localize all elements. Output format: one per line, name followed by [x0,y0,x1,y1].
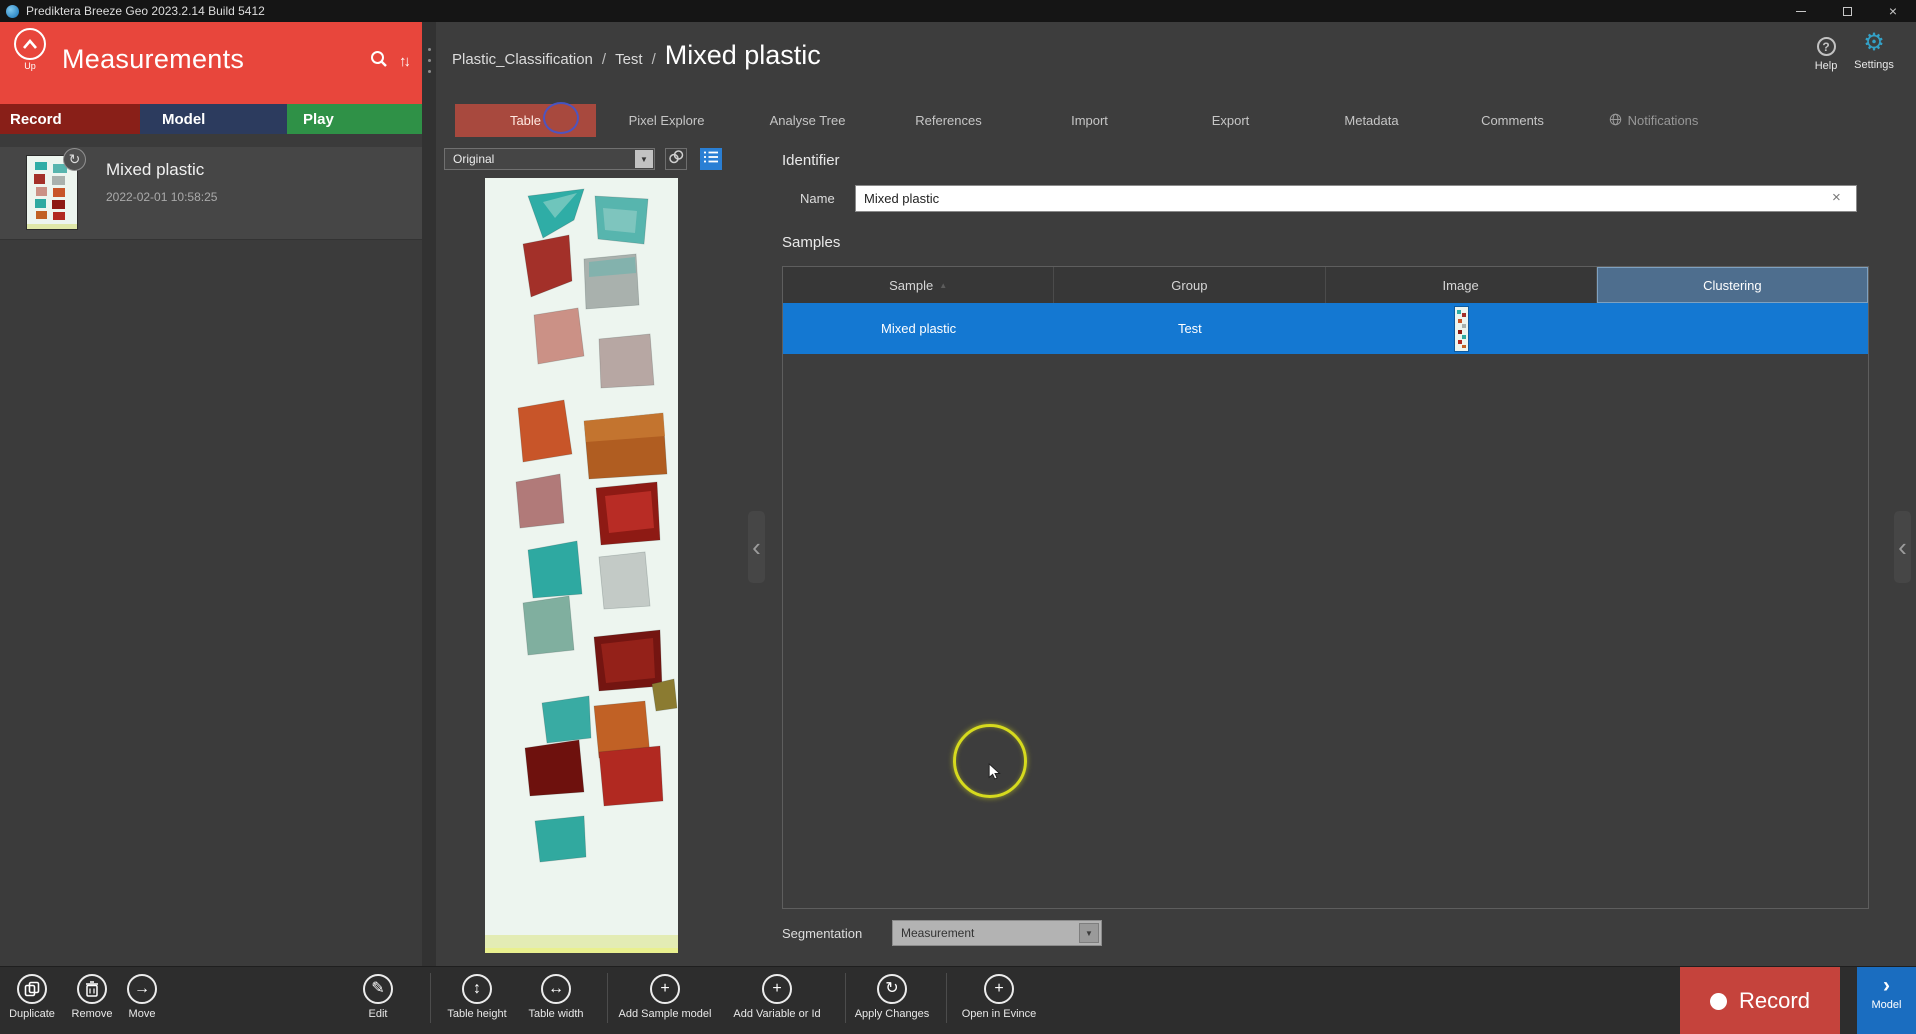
tab-pixel-explore[interactable]: Pixel Explore [596,104,737,137]
table-row[interactable]: Mixed plastic Test [783,303,1868,354]
sidebar-tab-play[interactable]: Play [287,104,422,134]
globe-icon [1609,113,1622,129]
clear-name-icon[interactable]: × [1832,189,1841,206]
add-variable-or-id-button[interactable]: + Add Variable or Id [722,974,832,1020]
model-button[interactable]: › Model [1857,967,1916,1034]
sidebar-title: Measurements [62,44,244,75]
column-header-clustering[interactable]: Clustering [1597,267,1868,303]
column-header-group[interactable]: Group [1054,267,1325,303]
link-icon [668,149,684,170]
maximize-button[interactable] [1824,0,1870,22]
samples-table-header: Sample ▲ Group Image Clustering [783,267,1868,303]
scan-image [485,178,678,953]
collapse-right-panel-handle[interactable]: ‹ [1894,511,1911,583]
plus-icon: + [762,974,792,1004]
tab-export[interactable]: Export [1160,104,1301,137]
scan-image-panel[interactable] [485,178,678,953]
add-sample-model-button[interactable]: + Add Sample model [610,974,720,1020]
row-thumbnail [1455,307,1468,351]
tab-table[interactable]: Table [455,104,596,137]
app-window: Prediktera Breeze Geo 2023.2.14 Build 54… [0,0,1916,1034]
plus-icon: + [984,974,1014,1004]
samples-table: Sample ▲ Group Image Clustering Mixed pl… [782,266,1869,909]
chevron-down-icon[interactable]: ▼ [635,150,653,168]
titlebar: Prediktera Breeze Geo 2023.2.14 Build 54… [0,0,1916,22]
breadcrumb: Plastic_Classification / Test / Mixed pl… [452,40,821,71]
settings-button[interactable]: ⚙ Settings [1848,31,1900,71]
cell-image [1326,303,1597,354]
edit-button[interactable]: ✎ Edit [323,974,433,1020]
cell-clustering [1597,303,1868,354]
chevron-down-icon[interactable]: ▼ [1079,923,1099,943]
chevron-up-icon [14,28,46,60]
arrows-horizontal-icon: ↔ [541,974,571,1004]
refresh-icon: ↻ [877,974,907,1004]
sidebar-splitter-handle[interactable] [422,22,436,966]
window-controls: × [1778,0,1916,22]
sidebar-header: Up Measurements ↑↓ [0,22,422,104]
collapse-left-panel-handle[interactable]: ‹ [748,511,765,583]
list-icon [703,150,719,169]
sidebar-tab-record[interactable]: Record [0,104,140,134]
tab-analyse-tree[interactable]: Analyse Tree [737,104,878,137]
app-title: Prediktera Breeze Geo 2023.2.14 Build 54… [26,4,265,18]
tab-comments[interactable]: Comments [1442,104,1583,137]
pencil-icon: ✎ [363,974,393,1004]
column-header-sample[interactable]: Sample ▲ [783,267,1054,303]
arrow-right-icon: → [127,974,157,1004]
content-tabbar: Table Pixel Explore Analyse Tree Referen… [455,104,1724,137]
plus-icon: + [650,974,680,1004]
measurement-title: Mixed plastic [106,160,204,180]
main-area: Plastic_Classification / Test / Mixed pl… [436,22,1916,966]
table-width-button[interactable]: ↔ Table width [501,974,611,1020]
name-label: Name [800,191,835,206]
view-selector-dropdown[interactable]: Original ▼ [444,148,655,170]
open-in-evince-button[interactable]: + Open in Evince [944,974,1054,1020]
bottom-toolbar: Duplicate Remove → Move ✎ Edit ↕ Table h… [0,966,1916,1034]
record-dot-icon [1710,993,1727,1010]
tab-metadata[interactable]: Metadata [1301,104,1442,137]
measurement-timestamp: 2022-02-01 10:58:25 [106,190,217,204]
identifier-heading: Identifier [782,152,840,169]
app-logo-icon [6,5,19,18]
breadcrumb-project[interactable]: Plastic_Classification [452,51,593,68]
up-button[interactable]: Up [8,28,52,71]
cell-group: Test [1054,303,1325,354]
sort-icon[interactable]: ↑↓ [399,53,408,70]
column-header-image[interactable]: Image [1326,267,1597,303]
sync-icon: ↻ [63,148,86,171]
tab-references[interactable]: References [878,104,1019,137]
measurement-list-item[interactable]: ↻ Mixed plastic 2022-02-01 10:58:25 [0,147,422,240]
gear-icon: ⚙ [1848,31,1900,55]
apply-changes-button[interactable]: ↻ Apply Changes [837,974,947,1020]
sidebar: Up Measurements ↑↓ Record Model Play [0,22,422,966]
name-input[interactable] [855,185,1857,212]
measurement-thumbnail: ↻ [27,156,77,229]
help-button[interactable]: ? Help [1806,37,1846,72]
arrows-vertical-icon: ↕ [462,974,492,1004]
segmentation-dropdown[interactable]: Measurement ▼ [892,920,1102,946]
list-view-toggle-button[interactable] [700,148,722,170]
sidebar-mode-tabs: Record Model Play [0,104,422,134]
move-button[interactable]: → Move [87,974,197,1020]
page-title: Mixed plastic [665,40,821,71]
segmentation-label: Segmentation [782,926,862,941]
link-view-button[interactable] [665,148,687,170]
close-button[interactable]: × [1870,0,1916,22]
search-icon[interactable] [369,49,389,74]
chevron-right-icon: › [1857,975,1916,996]
samples-heading: Samples [782,234,840,251]
record-button[interactable]: Record [1680,967,1840,1034]
minimize-button[interactable] [1778,0,1824,22]
sort-caret-icon: ▲ [939,281,947,290]
help-icon: ? [1817,37,1836,56]
breadcrumb-group[interactable]: Test [615,51,643,68]
cell-sample: Mixed plastic [783,303,1054,354]
tab-notifications[interactable]: Notifications [1583,104,1724,137]
tab-import[interactable]: Import [1019,104,1160,137]
sidebar-tab-model[interactable]: Model [140,104,287,134]
